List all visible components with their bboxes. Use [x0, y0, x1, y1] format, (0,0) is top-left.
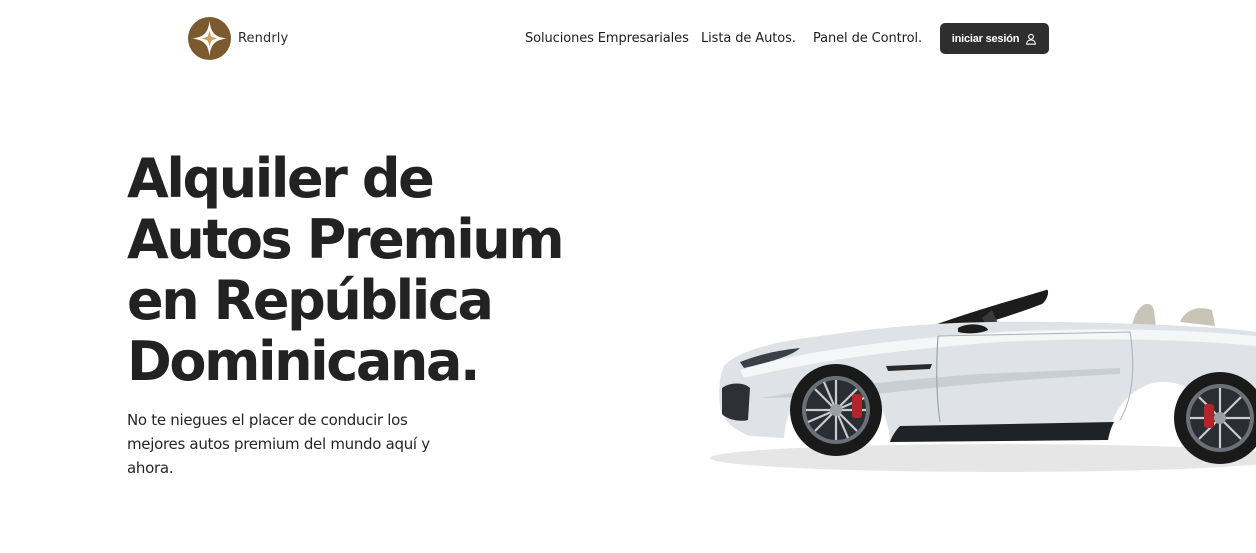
hero-title: Alquiler de Autos Premium en República D… — [127, 148, 597, 392]
convertible-car-image — [710, 289, 1256, 472]
nav-link-panel-de-control[interactable]: Panel de Control. — [813, 31, 922, 46]
compass-star-logo-icon — [188, 17, 231, 60]
hero-title-line: Autos Premium — [127, 208, 565, 271]
hero-subtitle: No te niegues el placer de conducir los … — [127, 411, 430, 477]
hero-title-line: Alquiler de — [127, 147, 435, 210]
login-button[interactable]: iniciar sesión — [940, 23, 1049, 54]
login-button-label: iniciar sesión — [951, 32, 1020, 45]
nav-link-soluciones-empresariales[interactable]: Soluciones Empresariales — [525, 31, 689, 46]
brand-home-link[interactable]: Rendrly — [188, 17, 288, 60]
hero-title-line: en República — [127, 269, 494, 332]
user-icon — [1026, 33, 1037, 45]
nav-link-lista-de-autos[interactable]: Lista de Autos. — [701, 31, 796, 46]
hero-title-line: Dominicana. — [127, 330, 481, 393]
brand-name: Rendrly — [238, 31, 289, 46]
top-navigation: Rendrly Soluciones Empresariales Lista d… — [0, 0, 1256, 78]
